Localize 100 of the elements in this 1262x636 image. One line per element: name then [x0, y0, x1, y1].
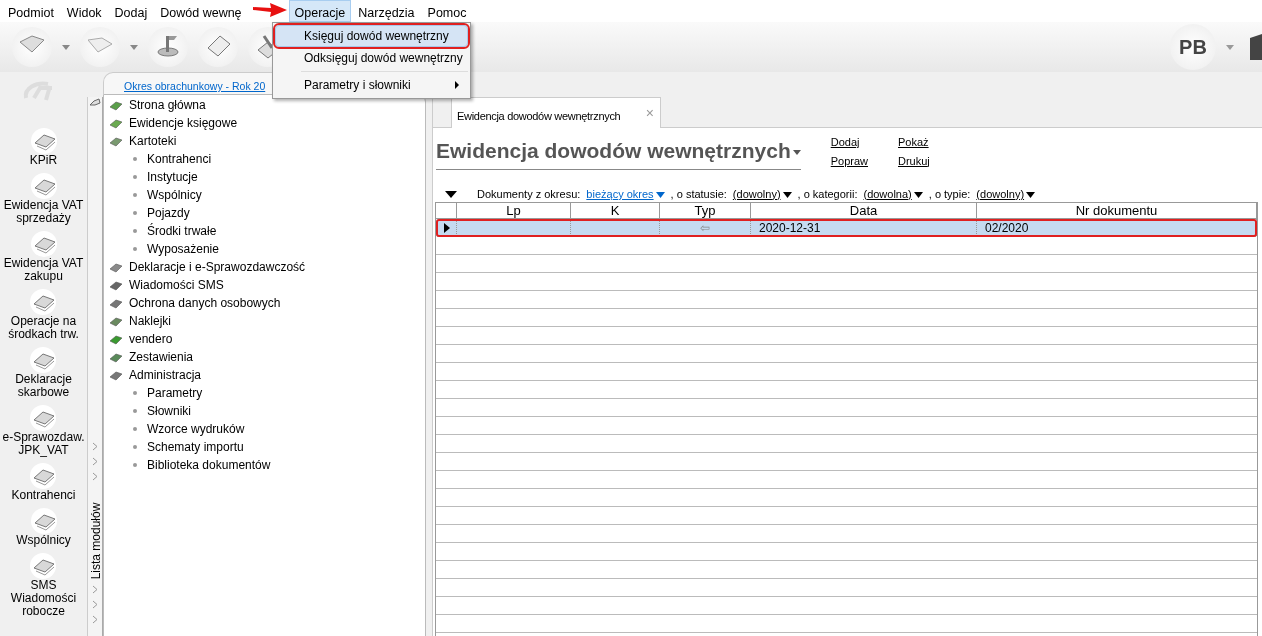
- module-label[interactable]: e-Sprawozdaw. JPK_VAT: [2, 431, 85, 457]
- tree-item[interactable]: Kartoteki: [129, 132, 177, 150]
- tree-item[interactable]: vendero: [129, 330, 173, 348]
- document-icon: [205, 35, 231, 59]
- tree-item[interactable]: Wspólnicy: [147, 186, 202, 204]
- module-icon: [28, 551, 59, 579]
- tree-item[interactable]: Naklejki: [129, 312, 171, 330]
- module-icon: [109, 99, 123, 111]
- page-title[interactable]: Ewidencja dowodów wewnętrznych: [436, 139, 791, 162]
- tree-item[interactable]: Parametry: [147, 384, 203, 402]
- bullet-icon: [133, 427, 137, 431]
- tree-item[interactable]: Słowniki: [147, 402, 191, 420]
- module-icon: [109, 135, 123, 147]
- caret-icon: [130, 44, 138, 50]
- module-label[interactable]: Operacje na środkach trw.: [8, 315, 79, 341]
- bullet-icon: [133, 211, 137, 215]
- tree-item[interactable]: Kontrahenci: [147, 150, 212, 168]
- menu-item[interactable]: Pomoc: [421, 0, 473, 22]
- caret-icon: [655, 191, 665, 198]
- module-icon: [109, 261, 123, 273]
- menu-item[interactable]: Podmiot: [2, 0, 60, 22]
- menu-item[interactable]: Operacje: [288, 0, 352, 22]
- module-label[interactable]: SMS Wiadomości robocze: [10, 579, 77, 618]
- module-label[interactable]: Wspólnicy: [16, 534, 71, 547]
- module-icon: [109, 315, 123, 327]
- module-icon: [28, 403, 59, 431]
- module-icon: [109, 369, 123, 381]
- module-label[interactable]: Deklaracje skarbowe: [15, 373, 72, 399]
- module-label[interactable]: Ewidencja VAT sprzedaży: [3, 199, 84, 225]
- module-icon: [28, 506, 59, 534]
- module-label[interactable]: Kontrahenci: [11, 489, 76, 502]
- menu-item[interactable]: Widok: [60, 0, 108, 22]
- row-pointer-icon: [444, 222, 450, 233]
- table-cell-text: 2020-12-31: [759, 219, 821, 237]
- module-icon: [28, 229, 59, 257]
- column-header[interactable]: Data: [751, 203, 977, 218]
- menu-item[interactable]: Księguj dowód wewnętrzny: [275, 25, 468, 47]
- tree-item[interactable]: Biblioteka dokumentów: [147, 456, 271, 474]
- bullet-icon: [133, 247, 137, 251]
- menu-item[interactable]: Dodaj: [108, 0, 154, 22]
- module-icon: [109, 333, 123, 345]
- module-icon: [109, 297, 123, 309]
- tree-item[interactable]: Środki trwałe: [147, 222, 217, 240]
- bullet-icon: [133, 175, 137, 179]
- sidebar-label[interactable]: Lista modułów: [87, 500, 105, 582]
- flag-icon: [155, 35, 181, 59]
- menu-item[interactable]: Narzędzia: [352, 0, 421, 22]
- tree-item[interactable]: Ochrona danych osobowych: [129, 294, 281, 312]
- menu-item[interactable]: Dowód wewnę: [154, 0, 248, 22]
- module-icon: [109, 351, 123, 363]
- column-header[interactable]: Lp: [457, 203, 571, 218]
- action-link[interactable]: Pokaż: [898, 134, 930, 151]
- tree-item[interactable]: Ewidencje księgowe: [129, 114, 238, 132]
- filter-label: , o typie:: [928, 186, 971, 202]
- filter-dropdown[interactable]: (dowolny): [976, 185, 1036, 203]
- tree-item[interactable]: Zestawienia: [129, 348, 194, 366]
- table-row[interactable]: ⇦ 2020-12-31 02/2020: [436, 219, 1257, 237]
- module-label[interactable]: KPiR: [29, 154, 58, 167]
- tree-item[interactable]: Wzorce wydruków: [147, 420, 245, 438]
- module-icon: [109, 117, 123, 129]
- filter-dropdown[interactable]: (dowolna): [863, 185, 923, 203]
- column-header[interactable]: Typ: [660, 203, 751, 218]
- module-icon: [28, 345, 59, 373]
- bullet-icon: [133, 445, 137, 449]
- caret-icon: [792, 149, 801, 155]
- bullet-icon: [133, 463, 137, 467]
- box-icon: [1250, 34, 1262, 60]
- tree-item[interactable]: Administracja: [129, 366, 202, 384]
- filter-dropdown[interactable]: bieżący okres: [586, 185, 665, 203]
- caret-icon: [62, 44, 70, 50]
- menu-item[interactable]: Parametry i słowniki: [275, 74, 468, 96]
- bullet-icon: [133, 193, 137, 197]
- module-icon: [28, 287, 59, 315]
- caret-icon: [913, 191, 923, 198]
- menu-item[interactable]: Odksięguj dowód wewnętrzny: [275, 47, 468, 69]
- caret-icon: [1226, 44, 1234, 50]
- collapse-icon: [445, 190, 457, 198]
- bullet-icon: [133, 409, 137, 413]
- filter-dropdown[interactable]: (dowolny): [732, 185, 792, 203]
- tree-item[interactable]: Pojazdy: [147, 204, 190, 222]
- module-label[interactable]: Ewidencja VAT zakupu: [3, 257, 84, 283]
- table-cell-text: ⇦: [700, 219, 710, 237]
- action-link[interactable]: Drukuj: [898, 152, 930, 169]
- column-header[interactable]: Nr dokumentu: [977, 203, 1257, 218]
- tree-item[interactable]: Wyposażenie: [147, 240, 219, 258]
- tree-item[interactable]: Wiadomości SMS: [129, 276, 224, 294]
- tree-item[interactable]: Strona główna: [129, 96, 206, 114]
- tree-item[interactable]: Schematy importu: [147, 438, 244, 456]
- action-link[interactable]: Popraw: [830, 152, 868, 169]
- document-tab[interactable]: Ewidencja dowodów wewnętrznych ×: [451, 97, 661, 128]
- filter-label: , o kategorii:: [797, 186, 858, 202]
- bullet-icon: [133, 157, 137, 161]
- user-avatar[interactable]: PB: [1170, 24, 1216, 70]
- module-icon: [28, 126, 59, 154]
- column-header[interactable]: K: [571, 203, 660, 218]
- tab-label: Ewidencja dowodów wewnętrznych: [457, 109, 621, 124]
- tree-item[interactable]: Instytucje: [147, 168, 198, 186]
- pin-icon: [89, 97, 101, 107]
- tree-item[interactable]: Deklaracje i e-Sprawozdawczość: [129, 258, 306, 276]
- action-link[interactable]: Dodaj: [830, 134, 868, 151]
